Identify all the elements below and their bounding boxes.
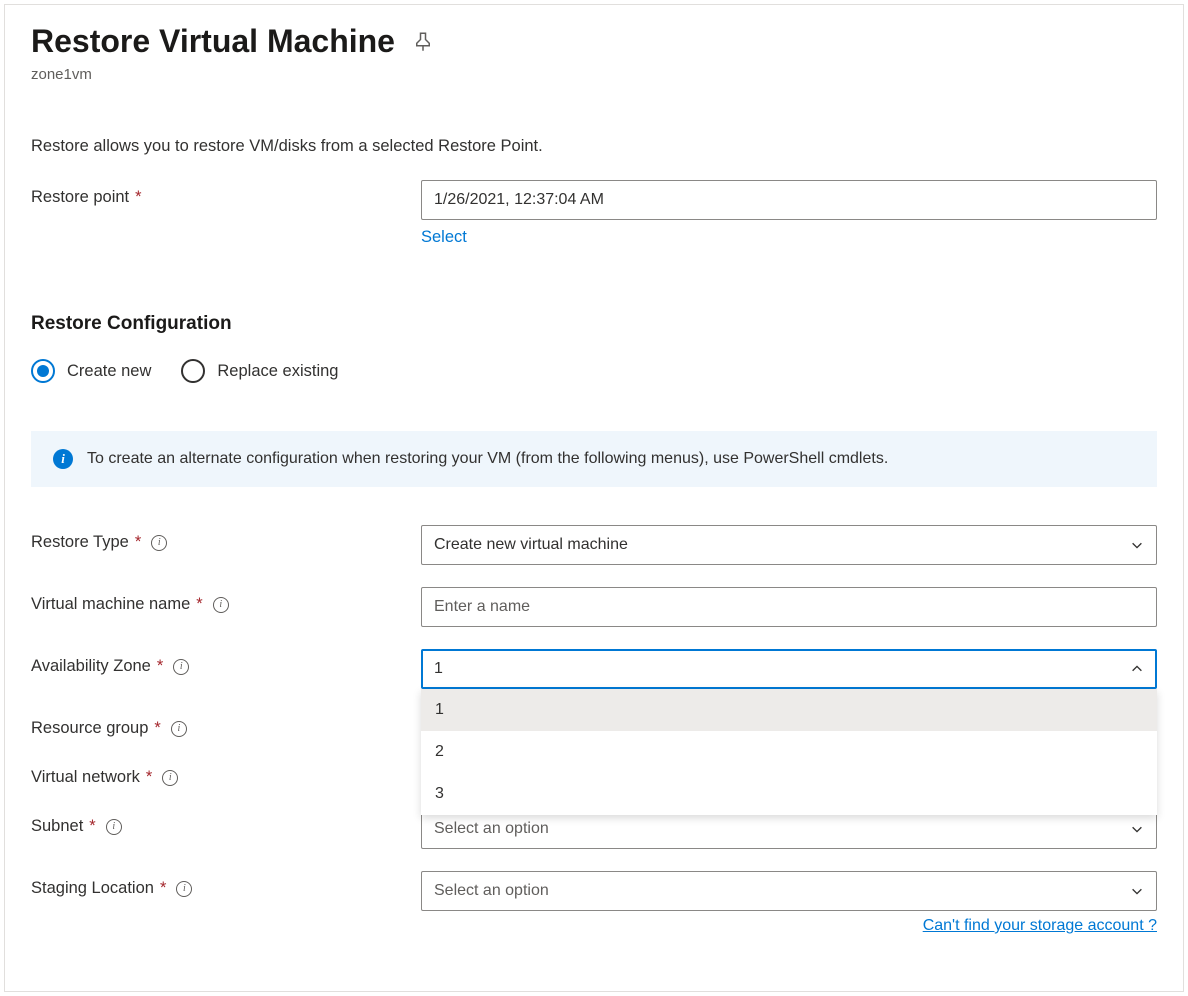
chevron-up-icon [1130,662,1144,676]
storage-account-help-link[interactable]: Can't find your storage account ? [923,917,1157,934]
vm-name-row: Virtual machine name * i [31,587,1157,627]
restore-type-row: Restore Type * i Create new virtual mach… [31,525,1157,565]
required-star: * [135,188,141,207]
info-tooltip-icon[interactable]: i [173,659,189,675]
info-tooltip-icon[interactable]: i [171,721,187,737]
az-option-3[interactable]: 3 [421,773,1157,815]
header: Restore Virtual Machine [31,23,1157,60]
info-banner: i To create an alternate configuration w… [31,431,1157,487]
description-text: Restore allows you to restore VM/disks f… [31,137,1157,156]
subnet-row: Subnet * i Select an option [31,809,1157,849]
info-tooltip-icon[interactable]: i [151,535,167,551]
info-banner-text: To create an alternate configuration whe… [87,450,888,468]
vm-name-input[interactable] [421,587,1157,627]
availability-zone-label: Availability Zone * i [31,649,421,676]
info-tooltip-icon[interactable]: i [162,770,178,786]
chevron-down-icon [1130,884,1144,898]
restore-config-title: Restore Configuration [31,313,1157,335]
restore-point-input[interactable] [421,180,1157,220]
chevron-down-icon [1130,538,1144,552]
availability-zone-options: 1 2 3 [421,689,1157,815]
restore-point-select-link[interactable]: Select [421,228,1157,247]
radio-create-new[interactable]: Create new [31,359,151,383]
restore-point-label: Restore point * [31,180,421,207]
availability-zone-row: Availability Zone * i 1 1 2 3 [31,649,1157,689]
info-icon: i [53,449,73,469]
info-tooltip-icon[interactable]: i [176,881,192,897]
virtual-network-label: Virtual network * i [31,760,421,787]
staging-location-row: Staging Location * i Select an option Ca… [31,871,1157,935]
staging-location-dropdown[interactable]: Select an option [421,871,1157,911]
radio-circle-icon [181,359,205,383]
subtitle: zone1vm [31,66,1157,83]
info-tooltip-icon[interactable]: i [213,597,229,613]
radio-circle-icon [31,359,55,383]
radio-create-new-label: Create new [67,362,151,381]
restore-type-label: Restore Type * i [31,525,421,552]
vm-name-label: Virtual machine name * i [31,587,421,614]
chevron-down-icon [1130,822,1144,836]
radio-replace-existing-label: Replace existing [217,362,338,381]
subnet-label: Subnet * i [31,809,421,836]
availability-zone-dropdown[interactable]: 1 [421,649,1157,689]
radio-replace-existing[interactable]: Replace existing [181,359,338,383]
subnet-dropdown[interactable]: Select an option [421,809,1157,849]
info-tooltip-icon[interactable]: i [106,819,122,835]
restore-vm-panel: Restore Virtual Machine zone1vm Restore … [4,4,1184,992]
restore-point-row: Restore point * Select [31,180,1157,247]
restore-type-dropdown[interactable]: Create new virtual machine [421,525,1157,565]
staging-location-label: Staging Location * i [31,871,421,898]
pin-icon[interactable] [413,28,433,55]
az-option-2[interactable]: 2 [421,731,1157,773]
az-option-1[interactable]: 1 [421,689,1157,731]
page-title: Restore Virtual Machine [31,23,395,60]
restore-config-radios: Create new Replace existing [31,359,1157,383]
resource-group-label: Resource group * i [31,711,421,738]
